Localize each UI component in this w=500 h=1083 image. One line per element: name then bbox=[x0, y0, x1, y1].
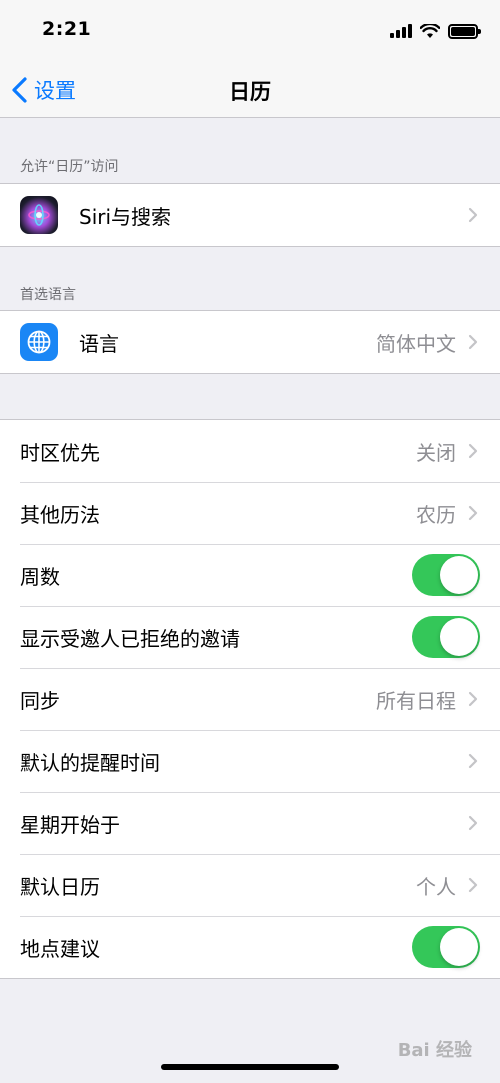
row-value: 个人 bbox=[416, 874, 456, 899]
row-label: 地点建议 bbox=[20, 936, 100, 961]
status-time: 2:21 bbox=[42, 18, 92, 40]
row-label: 周数 bbox=[20, 564, 60, 589]
row-week-numbers: 周数 bbox=[0, 544, 500, 606]
row-siri-search[interactable]: Siri与搜索 bbox=[0, 184, 500, 246]
row-default-calendar[interactable]: 默认日历 个人 bbox=[0, 854, 500, 916]
row-label: 其他历法 bbox=[20, 502, 100, 527]
wifi-icon bbox=[420, 23, 440, 38]
chevron-right-icon bbox=[468, 753, 478, 769]
section-header-access: 允许“日历”访问 bbox=[20, 159, 119, 175]
row-timezone-override[interactable]: 时区优先 关闭 bbox=[0, 420, 500, 482]
cellular-signal-icon bbox=[390, 24, 412, 38]
status-bar: 2:21 bbox=[0, 0, 500, 62]
language-group: 语言 简体中文 bbox=[0, 310, 500, 374]
row-label: 时区优先 bbox=[20, 440, 100, 465]
access-group: Siri与搜索 bbox=[0, 183, 500, 247]
row-label: 语言 bbox=[79, 331, 119, 356]
row-label: 星期开始于 bbox=[20, 812, 120, 837]
row-label: 默认日历 bbox=[20, 874, 100, 899]
section-header-language: 首选语言 bbox=[20, 287, 76, 303]
row-show-declined-invitees: 显示受邀人已拒绝的邀请 bbox=[0, 606, 500, 668]
chevron-right-icon bbox=[468, 505, 478, 521]
chevron-right-icon bbox=[468, 815, 478, 831]
watermark: Bai 经验 bbox=[397, 1040, 472, 1061]
row-value: 农历 bbox=[416, 502, 456, 527]
row-label: 显示受邀人已拒绝的邀请 bbox=[20, 626, 240, 651]
calendar-settings-group: 时区优先 关闭 其他历法 农历 周数 显示受邀人已拒绝的邀请 同步 所有日程 默… bbox=[0, 419, 500, 979]
chevron-right-icon bbox=[468, 691, 478, 707]
chevron-right-icon bbox=[468, 334, 478, 350]
row-label: 默认的提醒时间 bbox=[20, 750, 160, 775]
siri-icon bbox=[20, 196, 58, 234]
row-label: 同步 bbox=[20, 688, 60, 713]
row-label: Siri与搜索 bbox=[79, 204, 172, 229]
navigation-bar: 设置 日历 bbox=[0, 62, 500, 118]
chevron-right-icon bbox=[468, 207, 478, 223]
globe-icon bbox=[20, 323, 58, 361]
row-sync[interactable]: 同步 所有日程 bbox=[0, 668, 500, 730]
row-start-week-on[interactable]: 星期开始于 bbox=[0, 792, 500, 854]
row-default-alert-times[interactable]: 默认的提醒时间 bbox=[0, 730, 500, 792]
chevron-right-icon bbox=[468, 877, 478, 893]
row-value: 所有日程 bbox=[376, 688, 456, 713]
row-language[interactable]: 语言 简体中文 bbox=[0, 311, 500, 373]
chevron-right-icon bbox=[468, 443, 478, 459]
location-suggestions-toggle[interactable] bbox=[412, 926, 480, 968]
battery-icon bbox=[448, 23, 481, 39]
week-numbers-toggle[interactable] bbox=[412, 554, 480, 596]
home-indicator[interactable] bbox=[161, 1064, 339, 1070]
row-value: 简体中文 bbox=[376, 331, 456, 356]
page-title: 日历 bbox=[229, 80, 271, 104]
show-declined-toggle[interactable] bbox=[412, 616, 480, 658]
row-value: 关闭 bbox=[416, 440, 456, 465]
status-icons bbox=[390, 22, 481, 40]
row-alternate-calendars[interactable]: 其他历法 农历 bbox=[0, 482, 500, 544]
row-location-suggestions: 地点建议 bbox=[0, 916, 500, 978]
